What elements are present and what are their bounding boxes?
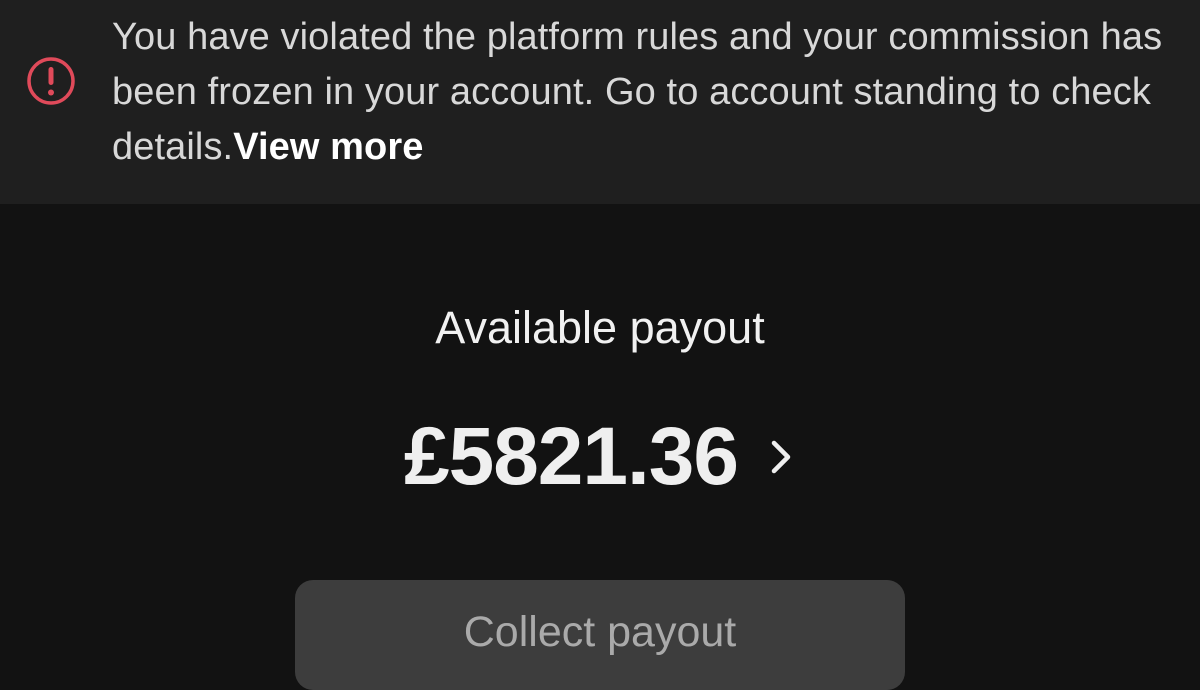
available-payout-title: Available payout (435, 302, 765, 353)
payout-amount: £5821.36 (403, 411, 739, 502)
warning-circle-icon (26, 56, 76, 106)
payout-amount-row[interactable]: £5821.36 (0, 412, 1200, 502)
chevron-right-icon (766, 437, 796, 477)
violation-message: You have violated the platform rules and… (112, 10, 1182, 175)
collect-payout-button[interactable]: Collect payout (295, 580, 905, 690)
account-violation-banner: You have violated the platform rules and… (0, 0, 1200, 204)
view-more-link[interactable]: View more (233, 126, 423, 168)
